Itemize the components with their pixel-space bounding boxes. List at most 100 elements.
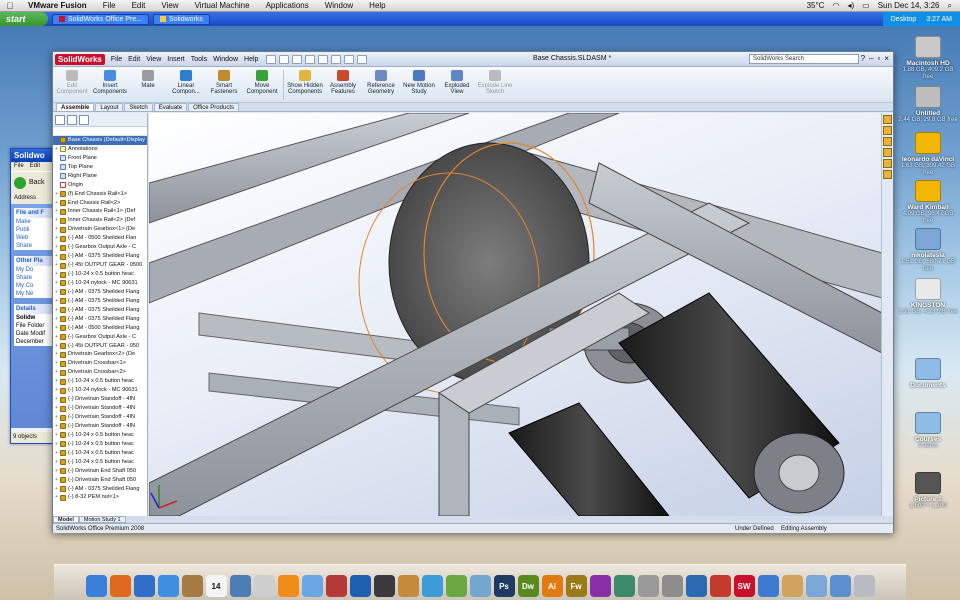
tree-item[interactable]: Base Chassis (Default<Display [53,136,147,145]
file-explorer-icon[interactable] [883,137,892,146]
new-icon[interactable] [266,54,277,64]
reference-geometry-button[interactable]: Reference Geometry [362,70,400,95]
parallels-icon[interactable] [709,575,731,597]
tree-item[interactable]: + End Chassis Rail<2> [53,199,147,208]
address-book-icon[interactable] [181,575,203,597]
tree-item[interactable]: + Drivetrain Gearbox<2> (De [53,351,147,360]
tree-item[interactable]: + (-) Gearbox Output Axle - C [53,243,147,252]
explode-line-sketch-button[interactable]: Explode Line Sketch [476,70,514,95]
smart-fasteners-button[interactable]: Smart Fasteners [205,70,243,95]
virtualbox-icon[interactable] [685,575,707,597]
tab-motion-study[interactable]: Motion Study 1 [78,516,126,523]
time-machine-icon[interactable] [613,575,635,597]
istat-icon[interactable] [589,575,611,597]
desktop-icon[interactable]: Ward Kimball 4.09 GB, 96.47 GB free [898,180,958,225]
menubar-clock[interactable]: Sun Dec 14, 3:26 [878,1,940,10]
edit-component-button[interactable]: Edit Component [53,70,91,95]
resources-icon[interactable] [883,115,892,124]
spotlight-icon[interactable]: ⌕ [948,1,952,11]
battery-icon[interactable]: ▭ [862,1,870,10]
tree-item[interactable]: + (-) AM - 0375 Sheilded Flang [53,297,147,306]
tree-item[interactable]: + (-) 10-24 x 0.5 button heac [53,440,147,449]
iphoto-icon[interactable] [229,575,251,597]
menu-edit[interactable]: Edit [124,1,154,10]
desktop-icon[interactable]: leonardo daVinci 1.63 GB, 309.42 GB free [898,132,958,177]
tree-item[interactable]: + (-) Drivetrain Standoff - 4IN [53,395,147,404]
vlc-icon[interactable] [277,575,299,597]
open-icon[interactable] [279,54,290,64]
menu-file[interactable]: File [95,1,124,10]
utilities-icon[interactable] [637,575,659,597]
tree-item[interactable]: Front Plane [53,154,147,163]
tree-item[interactable]: + Inner Chassis Rail<1> (Def [53,208,147,217]
volume-icon[interactable]: ◂) [847,1,854,10]
apple-menu-icon[interactable]:  [0,1,20,11]
desktop-icon[interactable]: KINGSTON 1.91 GB, 4.28 GB free [898,278,958,316]
search-results-icon[interactable] [883,148,892,157]
tree-item[interactable]: + (-) Drivetrain Standoff - 4IN [53,413,147,422]
tree-item[interactable]: + (-) 8-32 PEM nut<1> [53,494,147,503]
itunes-icon[interactable] [301,575,323,597]
tree-item[interactable]: + (-) Drivetrain End Shaft 050 [53,467,147,476]
appearances-icon[interactable] [883,170,892,179]
tree-item[interactable]: + Inner Chassis Rail<2> (Def [53,216,147,225]
menu-help[interactable]: Help [361,1,393,10]
dreamweaver-icon[interactable]: Dw [517,575,539,597]
taskbar-item-folder[interactable]: Solidworks [153,13,210,25]
imovie-icon[interactable] [373,575,395,597]
menu-view[interactable]: View [153,1,186,10]
sw-menu-insert[interactable]: Insert [167,56,185,63]
move-component-button[interactable]: Move Component [243,70,281,95]
explorer-menu-edit[interactable]: Edit [30,163,40,170]
sw-menu-tools[interactable]: Tools [191,56,207,63]
tree-item[interactable]: + (-) AM - 0500 Sheilded Flang [53,324,147,333]
wifi-icon[interactable]: ◠ [832,1,839,10]
tree-filter[interactable] [53,127,147,136]
tree-item[interactable]: + Drivetrain Crossbar<1> [53,359,147,368]
desktop-icon[interactable]: Untitled 2.44 GB, 29.8 GB free [898,86,958,124]
assembly-features-button[interactable]: Assembly Features [324,70,362,95]
app-stack-icon[interactable] [805,575,827,597]
windows-icon[interactable] [757,575,779,597]
insert-components-button[interactable]: Insert Components [91,70,129,95]
taskbar-item-solidworks[interactable]: SolidWorks Office Pre... [52,13,150,25]
tree-item[interactable]: + (-) 10-24 nylock - MC 90631 [53,386,147,395]
tree-item[interactable]: Right Plane [53,172,147,181]
linear-pattern-button[interactable]: Linear Compon... [167,70,205,95]
new-motion-study-button[interactable]: New Motion Study [400,70,438,95]
desktop-icon[interactable]: Courses 9 items [898,412,958,450]
tree-item[interactable]: + (-) AM - 0375 Sheilded Flang [53,252,147,261]
rebuild-icon[interactable] [344,54,355,64]
vmware-icon[interactable] [445,575,467,597]
desktop-icon[interactable]: Picture 2 1,600 × 1,200 [898,472,958,510]
tree-item[interactable]: + (f) End Chassis Rail<1> [53,190,147,199]
tree-item[interactable]: + (-) Drivetrain Standoff - 4IN [53,404,147,413]
sw-menu-edit[interactable]: Edit [128,56,140,63]
tree-item[interactable]: + (-) 10-24 x 0.5 button heac [53,377,147,386]
quicktime-icon[interactable] [349,575,371,597]
tree-item[interactable]: + (-) 10-24 x 0.5 button heac [53,270,147,279]
network-icon[interactable] [133,575,155,597]
downloads-stack-icon[interactable] [829,575,851,597]
tree-item[interactable]: + (-) Gearbox Output Axle - C [53,333,147,342]
tree-item[interactable]: + (-) AM - 0500 Sheilded Flan [53,234,147,243]
garageband-icon[interactable] [397,575,419,597]
desktop-icon[interactable]: nikolatesla 1.51 GB, 660.71 GB free [898,228,958,273]
restore-icon[interactable]: ▫ [877,54,880,63]
save-icon[interactable] [292,54,303,64]
exploded-view-button[interactable]: Exploded View [438,70,476,95]
close-icon[interactable]: × [884,54,889,63]
select-icon[interactable] [331,54,342,64]
tree-item[interactable]: + (-) Drivetrain End Shaft 050 [53,476,147,485]
temperature-readout[interactable]: 35°C [807,1,825,10]
tree-item[interactable]: + (-) 45t OUTPUT GEAR - 050 [53,342,147,351]
tree-item[interactable]: Top Plane [53,163,147,172]
ichat-icon[interactable] [157,575,179,597]
sw-menu-view[interactable]: View [146,56,161,63]
menu-app[interactable]: VMware Fusion [20,1,95,10]
sw-menu-window[interactable]: Window [213,56,238,63]
menu-applications[interactable]: Applications [258,1,317,10]
tree-item[interactable]: + (-) Drivetrain Standoff - 4IN [53,422,147,431]
solidworks-search-input[interactable]: SolidWorks Search [749,54,859,64]
firefox-icon[interactable] [109,575,131,597]
